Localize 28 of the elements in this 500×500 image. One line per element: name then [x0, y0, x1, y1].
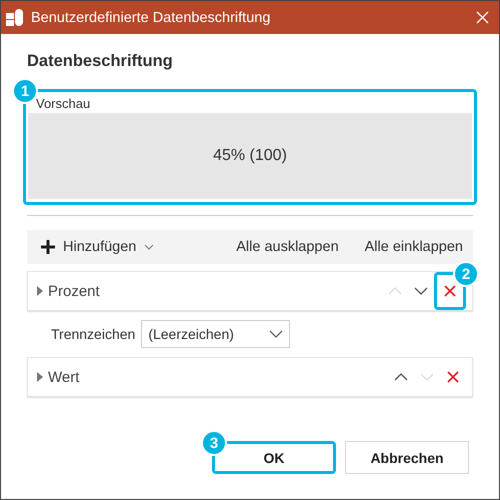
collapse-all-link[interactable]: Alle einklappen	[364, 239, 463, 255]
expand-all-link[interactable]: Alle ausklappen	[236, 239, 339, 255]
chevron-down-icon	[420, 373, 434, 381]
section-heading: Datenbeschriftung	[27, 52, 174, 71]
chevron-up-icon	[394, 373, 408, 381]
chevron-down-icon	[144, 244, 154, 250]
close-icon	[447, 371, 459, 383]
preview-area: 45% (100)	[28, 113, 472, 199]
preview-label: Vorschau	[36, 96, 92, 111]
window-title: Benutzerdefinierte Datenbeschriftung	[31, 10, 272, 26]
plus-icon	[41, 240, 55, 254]
item-label: Wert	[48, 368, 80, 386]
dialog-button[interactable]: Abbrechen	[345, 441, 469, 474]
expander-icon[interactable]	[36, 286, 44, 296]
chevron-up-icon	[388, 287, 402, 295]
field-label: Trennzeichen	[51, 326, 136, 342]
close-icon[interactable]	[476, 11, 489, 24]
chevron-down-icon	[414, 287, 428, 295]
chevron-down-icon	[269, 330, 284, 338]
separator-dropdown[interactable]: (Leerzeichen)	[141, 320, 290, 348]
app-logo-icon	[6, 9, 23, 26]
close-icon	[444, 285, 456, 297]
item-label: Prozent	[48, 282, 101, 300]
expander-icon[interactable]	[36, 372, 44, 382]
callout-badge: 2	[453, 261, 479, 287]
callout-badge: 3	[201, 430, 227, 456]
list-item[interactable]: Wert	[27, 357, 473, 397]
add-button[interactable]: Hinzufügen	[41, 239, 210, 255]
